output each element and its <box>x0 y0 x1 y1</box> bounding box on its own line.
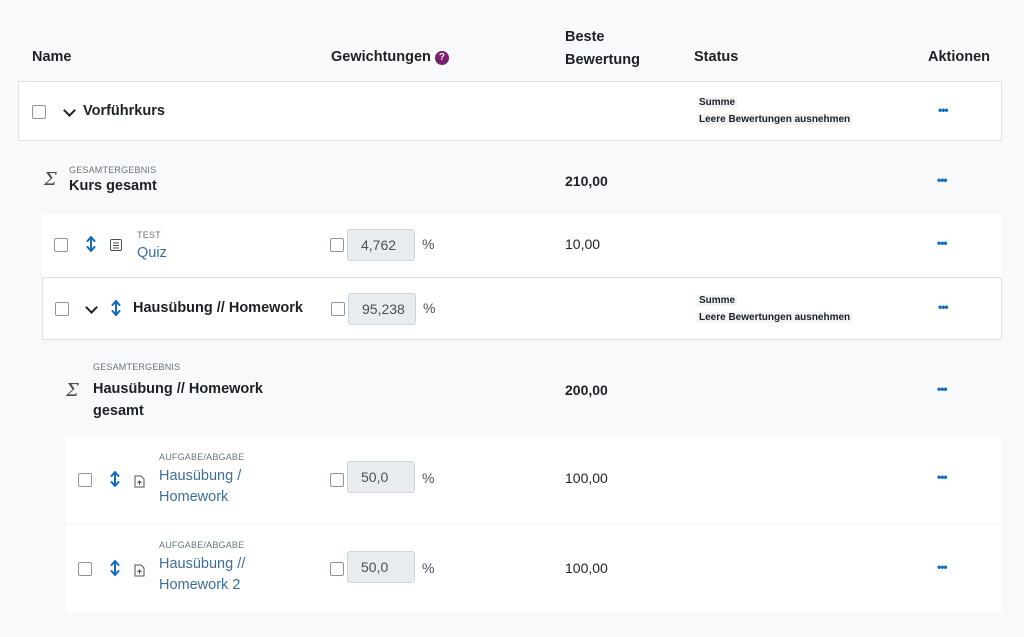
assignment1-type: AUFGABE/ABGABE <box>159 452 245 462</box>
assignment2-title-line1: Hausübung // <box>159 556 246 572</box>
column-header-best-grade: Beste Bewertung <box>565 26 640 72</box>
homework-total-type: GESAMTERGEBNIS <box>93 362 181 372</box>
assignment1-select-checkbox[interactable] <box>78 473 92 487</box>
column-header-status: Status <box>694 49 739 65</box>
homework-weight-override-checkbox[interactable] <box>331 302 345 316</box>
column-header-best-line2: Bewertung <box>565 52 640 68</box>
homework-select-checkbox[interactable] <box>55 302 69 316</box>
homework-status: Summe Leere Bewertungen ausnehmen <box>697 292 853 326</box>
assignment1-title-line2: Homework <box>159 489 229 505</box>
course-total-title: Kurs gesamt <box>69 178 157 194</box>
quiz-select-checkbox[interactable] <box>54 238 68 252</box>
course-select-checkbox[interactable] <box>32 105 46 119</box>
homework-total-actions-menu[interactable]: ••• <box>937 382 948 396</box>
homework-actions-menu[interactable]: ••• <box>938 300 949 314</box>
chevron-down-icon[interactable] <box>85 301 98 314</box>
course-category-row: Vorführkurs Summe Leere Bewertungen ausn… <box>18 81 1002 141</box>
sigma-icon: Σ <box>66 380 79 401</box>
move-icon[interactable] <box>86 236 96 252</box>
course-actions-menu[interactable]: ••• <box>938 103 949 117</box>
column-header-name: Name <box>32 49 72 65</box>
course-total-actions-menu[interactable]: ••• <box>937 173 948 187</box>
course-title: Vorführkurs <box>83 103 165 119</box>
assignment2-actions-menu[interactable]: ••• <box>937 560 948 574</box>
quiz-link[interactable]: Quiz <box>137 243 167 264</box>
column-header-weights-label: Gewichtungen <box>331 49 431 65</box>
homework-weight-unit: % <box>423 300 436 316</box>
assignment1-weight-input[interactable]: 50,0 <box>347 461 415 493</box>
course-total-type: GESAMTERGEBNIS <box>69 165 157 175</box>
assignment2-type: AUFGABE/ABGABE <box>159 540 245 550</box>
assignment-row: AUFGABE/ABGABE Hausübung // Homework 2 5… <box>66 525 1002 612</box>
assignment-icon <box>134 564 145 577</box>
quiz-best-grade: 10,00 <box>565 236 601 252</box>
assignment1-best-grade: 100,00 <box>565 470 608 486</box>
column-header-weights: Gewichtungen ? <box>331 49 449 65</box>
homework-total-title-line2: gesamt <box>93 403 144 419</box>
assignment2-best-grade: 100,00 <box>565 560 608 576</box>
course-total-row: Σ GESAMTERGEBNIS Kurs gesamt 210,00 ••• <box>18 141 1002 214</box>
quiz-icon <box>110 239 122 251</box>
move-icon[interactable] <box>111 300 121 316</box>
assignment1-actions-menu[interactable]: ••• <box>937 470 948 484</box>
status-exclude-empty: Leere Bewertungen ausnehmen <box>697 312 853 323</box>
assignment2-weight-unit: % <box>422 560 435 576</box>
assignment2-weight-input[interactable]: 50,0 <box>347 551 415 583</box>
column-header-best-line1: Beste <box>565 29 605 45</box>
assignment2-link[interactable]: Hausübung // Homework 2 <box>159 554 245 596</box>
homework-total-title-line1: Hausübung // Homework <box>93 381 263 397</box>
sigma-icon: Σ <box>44 169 57 190</box>
homework-total-row: Σ GESAMTERGEBNIS Hausübung // Homework g… <box>42 340 1002 437</box>
course-total-best-grade: 210,00 <box>565 173 608 189</box>
homework-total-best-grade: 200,00 <box>565 382 608 398</box>
assignment-icon <box>134 475 145 488</box>
move-icon[interactable] <box>110 560 120 576</box>
assignment1-link[interactable]: Hausübung / Homework <box>159 466 241 508</box>
status-exclude-empty: Leere Bewertungen ausnehmen <box>697 114 853 125</box>
assignment2-weight-override-checkbox[interactable] <box>330 562 344 576</box>
assignment-row: AUFGABE/ABGABE Hausübung / Homework 50,0… <box>66 437 1002 523</box>
homework-weight-input[interactable]: 95,238 <box>348 293 416 325</box>
column-header-actions: Aktionen <box>928 49 991 65</box>
help-icon[interactable]: ? <box>434 51 449 65</box>
quiz-type: TEST <box>137 230 161 240</box>
move-icon[interactable] <box>110 471 120 487</box>
assignment2-title-line2: Homework 2 <box>159 577 241 593</box>
quiz-weight-override-checkbox[interactable] <box>330 238 344 252</box>
quiz-row: TEST Quiz 4,762 % 10,00 ••• <box>42 214 1002 277</box>
assignment2-select-checkbox[interactable] <box>78 562 92 576</box>
assignment1-title-line1: Hausübung / <box>159 468 242 484</box>
course-status: Summe Leere Bewertungen ausnehmen <box>697 94 853 128</box>
homework-total-title: Hausübung // Homework gesamt <box>93 378 263 422</box>
homework-category-title: Hausübung // Homework <box>133 300 303 316</box>
status-aggregation: Summe <box>697 295 738 306</box>
assignment1-weight-unit: % <box>422 470 435 486</box>
quiz-weight-unit: % <box>422 236 435 252</box>
assignment1-weight-override-checkbox[interactable] <box>330 473 344 487</box>
status-aggregation: Summe <box>697 97 738 108</box>
homework-category-row: Hausübung // Homework 95,238 % Summe Lee… <box>42 277 1002 340</box>
quiz-weight-input[interactable]: 4,762 <box>347 229 415 261</box>
quiz-actions-menu[interactable]: ••• <box>937 236 948 250</box>
chevron-down-icon[interactable] <box>63 104 76 117</box>
